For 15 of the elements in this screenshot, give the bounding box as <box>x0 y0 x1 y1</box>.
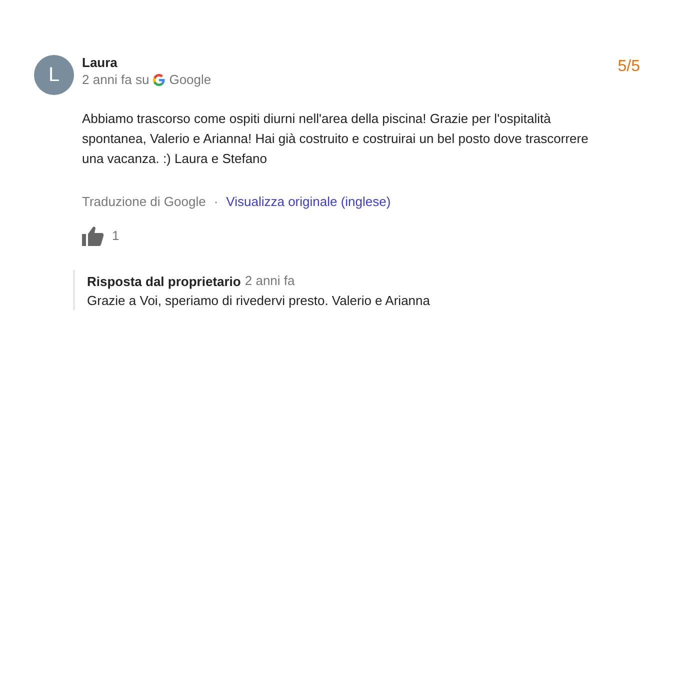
avatar: L <box>34 55 74 95</box>
like-icon[interactable] <box>82 226 104 246</box>
view-original-link[interactable]: Visualizza originale (inglese) <box>226 192 391 212</box>
translation-note: Traduzione di Google <box>82 193 206 211</box>
separator: · <box>214 193 218 211</box>
reply-time: 2 anni fa <box>244 272 295 290</box>
author-name: Laura <box>82 55 118 71</box>
source-name: Google <box>169 71 212 89</box>
reply-text: Grazie a Voi, speriamo di rivedervi presto. Valerio e Arianna <box>87 292 431 310</box>
like-count: 1 <box>112 226 120 245</box>
google-icon <box>153 74 166 86</box>
review-text: Abbiamo trascorso come ospiti diurni nell'area della piscina! Grazie per l'ospitalità spontanea, Valerio e Arianna! Hai già costruito e costruirai un bel posto dove trascorrere una vacanza. :) Laura e Stefano <box>82 110 590 168</box>
review-time: 2 anni fa su <box>82 71 150 89</box>
rating: 5/5 <box>618 57 640 77</box>
reply-title: Risposta dal proprietario <box>87 272 241 290</box>
